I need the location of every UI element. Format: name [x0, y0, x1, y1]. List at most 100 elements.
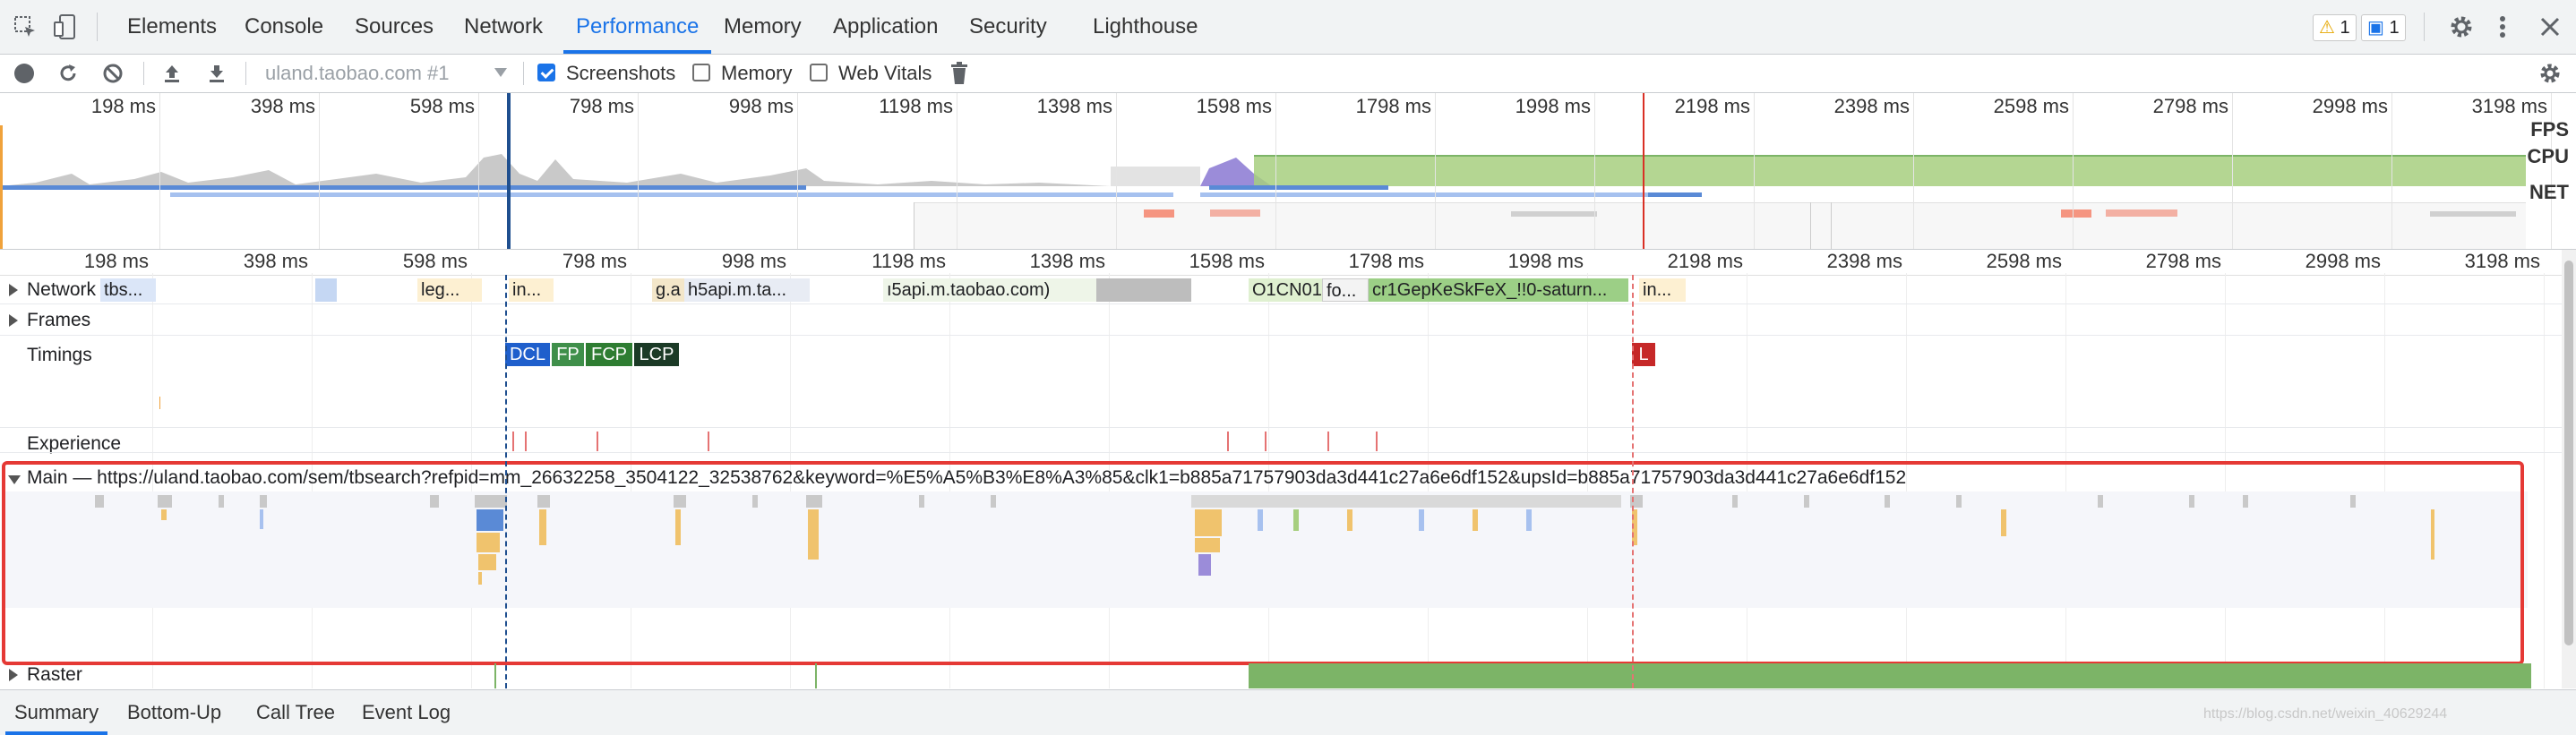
dcl-marker[interactable]: DCL	[505, 343, 550, 366]
network-request[interactable]: cr1GepKeSkFeX_!!0-saturn...	[1369, 278, 1628, 302]
tab-security[interactable]: Security	[969, 0, 1047, 54]
screenshot-thumbnail	[1831, 202, 2527, 249]
profile-select[interactable]: uland.taobao.com #1	[265, 55, 450, 92]
inspect-element-icon[interactable]	[13, 14, 38, 39]
lcp-marker[interactable]: LCP	[634, 343, 679, 366]
capture-settings-icon[interactable]	[2537, 60, 2563, 87]
layout-shift-mark[interactable]	[1265, 432, 1267, 451]
track-divider	[0, 452, 2576, 453]
overview-gridline	[2391, 93, 2392, 249]
raster-track-label[interactable]: Raster	[27, 664, 82, 686]
timings-track-label: Timings	[27, 345, 92, 365]
save-profile-icon[interactable]	[206, 63, 228, 84]
ruler-tick-label: 1198 ms	[872, 250, 946, 272]
ruler-tick-label: 2198 ms	[1667, 250, 1743, 272]
overview-gridline	[1116, 93, 1117, 249]
network-request[interactable]: fo...	[1322, 278, 1369, 302]
more-options-icon[interactable]	[2495, 13, 2510, 41]
network-request[interactable]: ı5api.m.taobao.com)	[883, 278, 1098, 302]
memory-checkbox[interactable]	[692, 64, 710, 81]
timeline-overview[interactable]: 198 ms 398 ms 598 ms 798 ms 998 ms 1198 …	[0, 93, 2576, 250]
flame-chart[interactable]: 198 ms 398 ms 598 ms 798 ms 998 ms 1198 …	[0, 250, 2576, 688]
load-line	[1632, 275, 1634, 688]
layout-shift-mark[interactable]	[512, 432, 514, 451]
overview-tick-label: 1398 ms	[1036, 95, 1112, 117]
logo-thumbnail	[2430, 211, 2516, 217]
load-profile-icon[interactable]	[161, 63, 183, 84]
settings-gear-icon[interactable]	[2447, 13, 2476, 41]
fp-marker[interactable]: FP	[552, 343, 584, 366]
layout-shift-mark[interactable]	[525, 432, 527, 451]
tab-memory[interactable]: Memory	[724, 0, 802, 54]
tab-sources[interactable]: Sources	[355, 0, 434, 54]
expand-arrow-icon[interactable]	[9, 284, 18, 296]
clear-icon[interactable]	[102, 63, 124, 84]
overview-tick-label: 1198 ms	[879, 95, 953, 117]
overview-gridline	[1435, 93, 1436, 249]
web-vitals-checkbox[interactable]	[810, 64, 828, 81]
close-icon[interactable]	[2538, 15, 2562, 38]
chevron-down-icon[interactable]	[494, 68, 507, 77]
layout-shift-mark[interactable]	[1376, 432, 1378, 451]
overview-gridline	[159, 93, 160, 249]
network-request[interactable]	[1096, 278, 1191, 302]
network-request[interactable]: h5api.m.ta...	[684, 278, 810, 302]
overview-net-bar	[0, 185, 806, 190]
warnings-badge[interactable]: ⚠ 1	[2313, 14, 2357, 41]
tab-lighthouse[interactable]: Lighthouse	[1093, 0, 1198, 54]
frames-track-label[interactable]: Frames	[27, 310, 90, 331]
overview-gridline	[2073, 93, 2074, 249]
expand-arrow-icon[interactable]	[9, 314, 18, 327]
tab-performance[interactable]: Performance	[562, 0, 712, 54]
tab-event-log[interactable]: Event Log	[362, 690, 451, 735]
messages-badge[interactable]: ▣ 1	[2361, 14, 2406, 41]
scrollbar-thumb[interactable]	[2564, 261, 2573, 645]
raster-bar[interactable]	[815, 663, 817, 688]
ruler-tick-label: 598 ms	[402, 250, 468, 272]
tab-summary[interactable]: Summary	[4, 690, 108, 735]
main-thread-highlight-box	[2, 461, 2524, 665]
overview-gridline	[319, 93, 320, 249]
network-request[interactable]: in...	[1639, 278, 1686, 302]
network-request[interactable]: leg...	[417, 278, 482, 302]
logo-thumbnail	[1144, 209, 1174, 218]
load-marker[interactable]: L	[1632, 343, 1655, 366]
screenshot-thumbnail	[914, 202, 1811, 249]
record-icon[interactable]	[14, 64, 34, 83]
overview-net-bar	[1209, 185, 1388, 190]
ruler-tick-label: 2398 ms	[1826, 250, 1902, 272]
network-request[interactable]	[315, 278, 337, 302]
overview-gridline	[1754, 93, 1755, 249]
layout-shift-mark[interactable]	[597, 432, 598, 451]
overview-tick-label: 1998 ms	[1515, 95, 1591, 117]
screenshots-checkbox[interactable]	[537, 64, 555, 81]
expand-arrow-icon[interactable]	[9, 669, 18, 681]
network-track-label[interactable]: Network	[27, 279, 96, 301]
network-request[interactable]: O1CN01	[1249, 278, 1322, 302]
layout-shift-mark[interactable]	[708, 432, 709, 451]
tab-call-tree[interactable]: Call Tree	[256, 690, 335, 735]
fcp-marker[interactable]: FCP	[586, 343, 632, 366]
tab-network[interactable]: Network	[464, 0, 543, 54]
raster-bar[interactable]	[494, 663, 496, 688]
tab-elements[interactable]: Elements	[127, 0, 217, 54]
overview-tick-label: 2198 ms	[1674, 95, 1750, 117]
overview-tick-label: 2398 ms	[1833, 95, 1910, 117]
tab-console[interactable]: Console	[245, 0, 323, 54]
ruler-tick-label: 998 ms	[721, 250, 786, 272]
raster-bar[interactable]	[1249, 663, 2531, 688]
tab-bottom-up[interactable]: Bottom-Up	[127, 690, 221, 735]
layout-shift-mark[interactable]	[1227, 432, 1229, 451]
tab-application[interactable]: Application	[833, 0, 938, 54]
vertical-scrollbar[interactable]	[2562, 250, 2576, 688]
left-edge-marker	[0, 125, 3, 249]
network-request[interactable]: tbs...	[100, 278, 156, 302]
overview-tick-label: 398 ms	[250, 95, 315, 117]
web-vitals-label: Web Vitals	[838, 62, 932, 84]
device-toolbar-icon[interactable]	[52, 13, 79, 41]
reload-icon[interactable]	[57, 63, 79, 84]
network-request[interactable]: g.a	[652, 278, 688, 302]
trash-icon[interactable]	[949, 62, 969, 85]
network-request[interactable]: in...	[509, 278, 554, 302]
layout-shift-mark[interactable]	[1327, 432, 1329, 451]
